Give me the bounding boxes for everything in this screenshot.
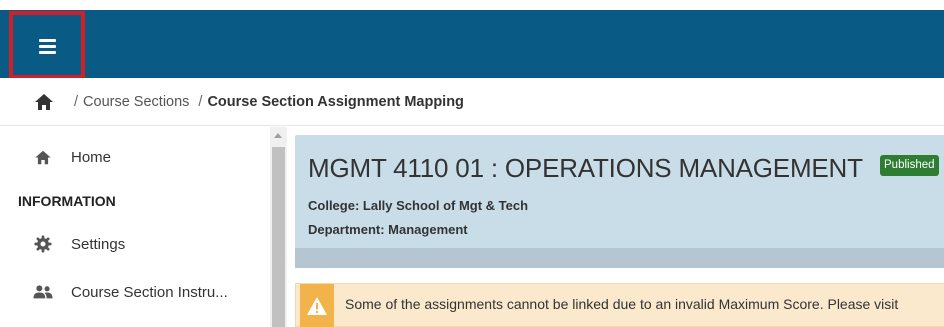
breadcrumb-separator: / bbox=[74, 93, 79, 110]
warning-icon bbox=[300, 284, 334, 327]
course-college: College: Lally School of Mgt & Tech bbox=[308, 198, 529, 213]
people-icon bbox=[33, 283, 53, 301]
sidebar-item-course-section-instructors[interactable]: Course Section Instru... bbox=[33, 283, 228, 301]
sidebar-item-label: Course Section Instru... bbox=[71, 283, 228, 301]
top-navigation-bar bbox=[0, 10, 944, 79]
gear-icon bbox=[33, 235, 53, 253]
sidebar-item-label: Home bbox=[71, 148, 112, 166]
course-header-card: MGMT 4110 01 : OPERATIONS MANAGEMENT Pub… bbox=[295, 135, 944, 268]
scroll-up-arrow-icon[interactable] bbox=[274, 133, 282, 138]
breadcrumb-current-page: Course Section Assignment Mapping bbox=[207, 93, 464, 110]
warning-message: Some of the assignments cannot be linked… bbox=[345, 296, 899, 312]
course-card-footer-band bbox=[295, 248, 944, 268]
warning-alert: Some of the assignments cannot be linked… bbox=[295, 283, 944, 327]
page-title: MGMT 4110 01 : OPERATIONS MANAGEMENT bbox=[308, 153, 863, 183]
breadcrumb-course-sections[interactable]: Course Sections bbox=[83, 94, 189, 110]
breadcrumb: / Course Sections / Course Section Assig… bbox=[0, 78, 944, 126]
hamburger-menu-button[interactable] bbox=[9, 11, 85, 79]
sidebar-section-heading: INFORMATION bbox=[18, 193, 116, 209]
home-icon bbox=[33, 148, 53, 166]
breadcrumb-separator: / bbox=[198, 93, 203, 110]
app-root: / Course Sections / Course Section Assig… bbox=[0, 0, 944, 327]
sidebar-item-label: Settings bbox=[71, 235, 126, 253]
course-department: Department: Management bbox=[308, 222, 468, 237]
sidebar-scrollbar[interactable] bbox=[270, 127, 287, 327]
sidebar-item-home[interactable]: Home bbox=[33, 148, 111, 166]
home-icon[interactable] bbox=[34, 92, 54, 112]
sidebar-item-settings[interactable]: Settings bbox=[33, 235, 125, 253]
status-badge: Published bbox=[880, 155, 939, 176]
scrollbar-thumb[interactable] bbox=[272, 147, 285, 327]
sidebar: Home INFORMATION Settings Course Section… bbox=[0, 127, 270, 327]
